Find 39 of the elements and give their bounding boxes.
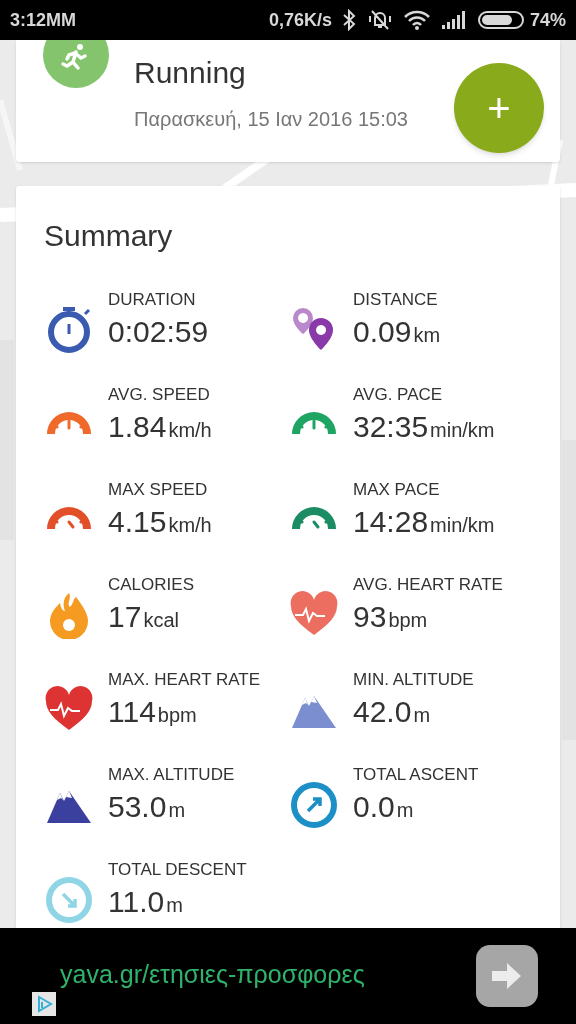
metric-value: 0.09km [353, 314, 441, 350]
metric-label: TOTAL DESCENT [108, 859, 247, 881]
status-time: 3:12MM [10, 8, 76, 32]
metric-value: 93bpm [353, 599, 429, 635]
ad-link[interactable]: yava.gr/ετησιες-προσφορες [60, 956, 365, 994]
battery-percent: 74% [529, 8, 566, 32]
activity-title: Running [134, 55, 247, 91]
muted-bell-icon [367, 9, 392, 31]
metric-label: MAX. HEART RATE [108, 669, 261, 691]
metric-value: 17kcal [108, 599, 180, 635]
metric-value: 1.84km/h [108, 409, 212, 445]
metric-value: 0.0m [353, 789, 415, 825]
bluetooth-icon [341, 9, 356, 31]
metric-value: 0:02:59 [108, 314, 209, 350]
metric-value: 114bpm [108, 694, 198, 730]
signal-icon [441, 11, 468, 29]
metric-value: 42.0m [353, 694, 432, 730]
metric-label: MAX. ALTITUDE [108, 764, 235, 786]
metric-label: AVG. SPEED [108, 384, 211, 406]
metric-label: MAX PACE [353, 479, 441, 501]
activity-date: Παρασκευή, 15 Ιαν 2016 15:03 [134, 107, 408, 132]
metric-label: MAX SPEED [108, 479, 209, 501]
wifi-icon [403, 10, 430, 30]
metric-value: 32:35min/km [353, 409, 495, 445]
battery-icon [477, 10, 524, 30]
metric-label: AVG. PACE [353, 384, 444, 406]
arrow-button-icon[interactable] [476, 945, 538, 1007]
metric-label: DURATION [108, 289, 197, 311]
metric-label: DISTANCE [353, 289, 439, 311]
metric-label: CALORIES [108, 574, 194, 596]
summary-title: Summary [44, 218, 174, 254]
metric-label: MIN. ALTITUDE [353, 669, 474, 691]
metric-value: 4.15km/h [108, 504, 212, 540]
metric-label: AVG. HEART RATE [353, 574, 503, 596]
metric-value: 14:28min/km [353, 504, 495, 540]
network-speed: 0,76K/s [268, 8, 332, 32]
metric-value: 11.0m [108, 884, 184, 920]
metric-value: 53.0m [108, 789, 187, 825]
metric-label: TOTAL ASCENT [353, 764, 479, 786]
